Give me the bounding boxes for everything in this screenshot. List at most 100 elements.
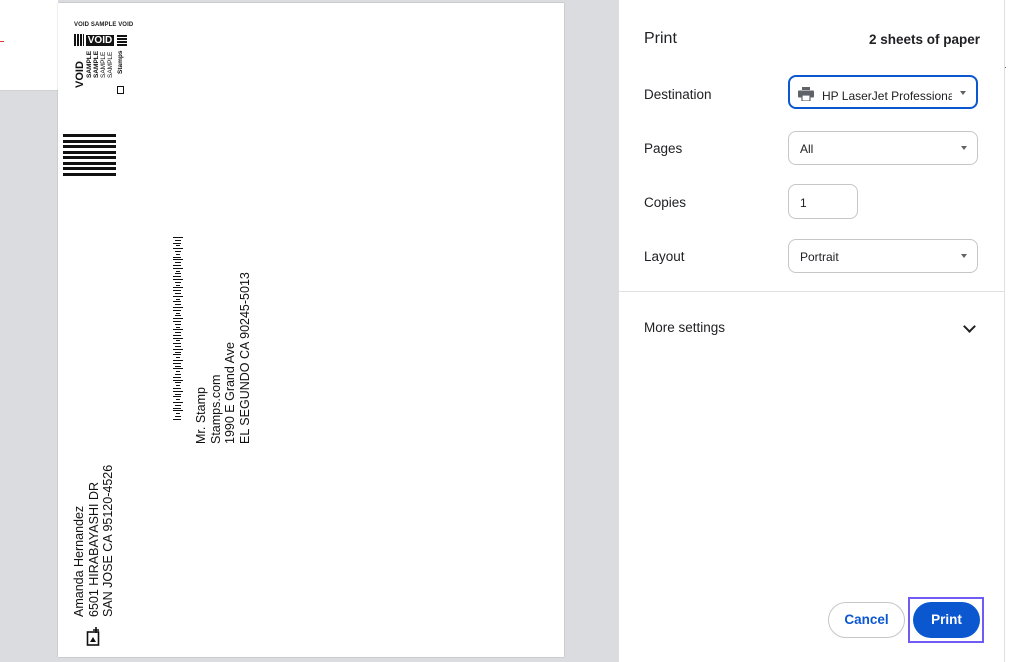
return-address-line: EL SEGUNDO CA 90245-5013 (237, 272, 252, 444)
barcode-bar (173, 259, 183, 261)
return-address: Mr. Stamp Stamps.com 1990 E Grand Ave EL… (194, 272, 252, 444)
barcode-bar (173, 256, 181, 258)
barcode-bar (175, 281, 181, 283)
barcode-bar (176, 298, 180, 300)
barcode-bar (173, 329, 183, 331)
barcode-bar (173, 278, 183, 280)
destination-value: HP LaserJet Professional (822, 89, 952, 103)
barcode-bar (176, 253, 180, 255)
sheet-count: 2 sheets of paper (868, 32, 980, 47)
barcode-bar (175, 315, 181, 317)
barcode-bar (173, 348, 183, 350)
more-settings-toggle[interactable]: More settings (619, 308, 1004, 348)
layout-label: Layout (644, 249, 685, 264)
barcode-bar (173, 237, 183, 238)
indicia-code-icon (74, 34, 84, 46)
void-vertical-text: VOID (74, 61, 86, 88)
barcode-bar (173, 390, 183, 392)
red-mark (0, 41, 4, 42)
barcode-bar (173, 320, 181, 322)
cancel-button[interactable]: Cancel (828, 602, 905, 638)
pages-label: Pages (644, 141, 683, 156)
window-edge (1004, 0, 1011, 662)
indicia-code-icon (117, 34, 127, 46)
recipient-address-line: 6501 HIRABAYASHI DR (86, 481, 101, 617)
barcode-bar (176, 340, 180, 342)
barcode-bar (176, 371, 180, 373)
barcode-bar (173, 360, 183, 362)
barcode-bar (173, 264, 181, 266)
barcode-bar (175, 239, 181, 241)
sample-line: SAMPLE (86, 50, 93, 78)
barcode-bar (175, 365, 181, 367)
barcode-bar (173, 248, 183, 250)
barcode-bar (173, 318, 183, 320)
barcode-bar (173, 242, 181, 244)
fim-bars (63, 134, 117, 176)
barcode-bar (173, 376, 181, 378)
barcode-bar (175, 262, 181, 264)
section-divider (619, 291, 1004, 292)
barcode-bar (173, 407, 181, 409)
barcode-bar (175, 273, 181, 275)
barcode-bar (173, 368, 183, 370)
envelope-preview-page: VOID SAMPLE VOID VOID VOID SAMPLE SAMPLE… (58, 3, 564, 657)
sample-line: SAMPLE (107, 51, 114, 78)
copies-label: Copies (644, 195, 687, 210)
recipient-address-line: Amanda Hernandez (72, 505, 86, 617)
barcode-bar (173, 343, 181, 345)
barcode-bar (173, 354, 181, 356)
barcode-bar (175, 351, 181, 353)
stamps-logo-icon (117, 86, 124, 94)
barcode-bar (173, 287, 183, 289)
barcode-bar (173, 276, 181, 278)
layout-select[interactable]: Portrait (788, 239, 978, 273)
barcode-bar (176, 385, 180, 387)
barcode-bar (176, 284, 180, 286)
more-settings-label: More settings (644, 320, 726, 335)
barcode-bar (175, 374, 181, 376)
barcode-bar (173, 402, 183, 404)
barcode-bar (175, 416, 181, 417)
barcode-bar (173, 301, 181, 303)
print-preview-area: VOID SAMPLE VOID VOID VOID SAMPLE SAMPLE… (0, 0, 619, 662)
dropdown-caret-icon (960, 91, 966, 95)
destination-select[interactable]: HP LaserJet Professional (788, 75, 978, 109)
barcode-bar (173, 379, 183, 381)
stamps-logo: Stamps (117, 50, 124, 74)
barcode-bar (173, 362, 181, 364)
printer-icon (798, 87, 814, 101)
barcode-bar (175, 332, 181, 334)
barcode-bar (175, 323, 181, 325)
barcode-bar (173, 396, 181, 398)
barcode-bar (173, 334, 181, 336)
barcode-bar (175, 304, 181, 306)
edge-glyph: · (1004, 62, 1007, 72)
print-button[interactable]: Print (913, 602, 980, 638)
postage-indicia: VOID VOID SAMPLE SAMPLE SAMPLE SAMPLE St… (74, 34, 128, 96)
pages-select[interactable]: All (788, 131, 978, 165)
copies-input[interactable]: 1 (788, 184, 858, 219)
recipient-address: Amanda Hernandez 6501 HIRABAYASHI DR SAN… (72, 465, 116, 617)
barcode-bar (176, 312, 180, 314)
void-badge: VOID (86, 35, 114, 46)
postage-label-icon (86, 627, 100, 646)
return-address-line: Stamps.com (208, 374, 223, 444)
barcode-bar (176, 245, 180, 247)
barcode-bar (173, 290, 181, 292)
dropdown-caret-icon (961, 254, 967, 258)
barcode-bar (173, 418, 181, 420)
barcode-bar (175, 393, 181, 395)
layout-value: Portrait (800, 250, 839, 264)
barcode-bar (175, 250, 181, 252)
recipient-address-line: SAN JOSE CA 95120-4526 (101, 464, 115, 617)
barcode-bar (175, 382, 181, 384)
dialog-title: Print (644, 30, 677, 47)
barcode-bar (173, 306, 183, 308)
indicia-header: VOID SAMPLE VOID (74, 22, 134, 28)
divider (0, 90, 58, 91)
print-settings-panel: Print 2 sheets of paper Destination HP L… (619, 0, 1004, 662)
barcode-bar (176, 326, 180, 328)
dropdown-caret-icon (961, 146, 967, 150)
barcode-bar (173, 309, 181, 311)
